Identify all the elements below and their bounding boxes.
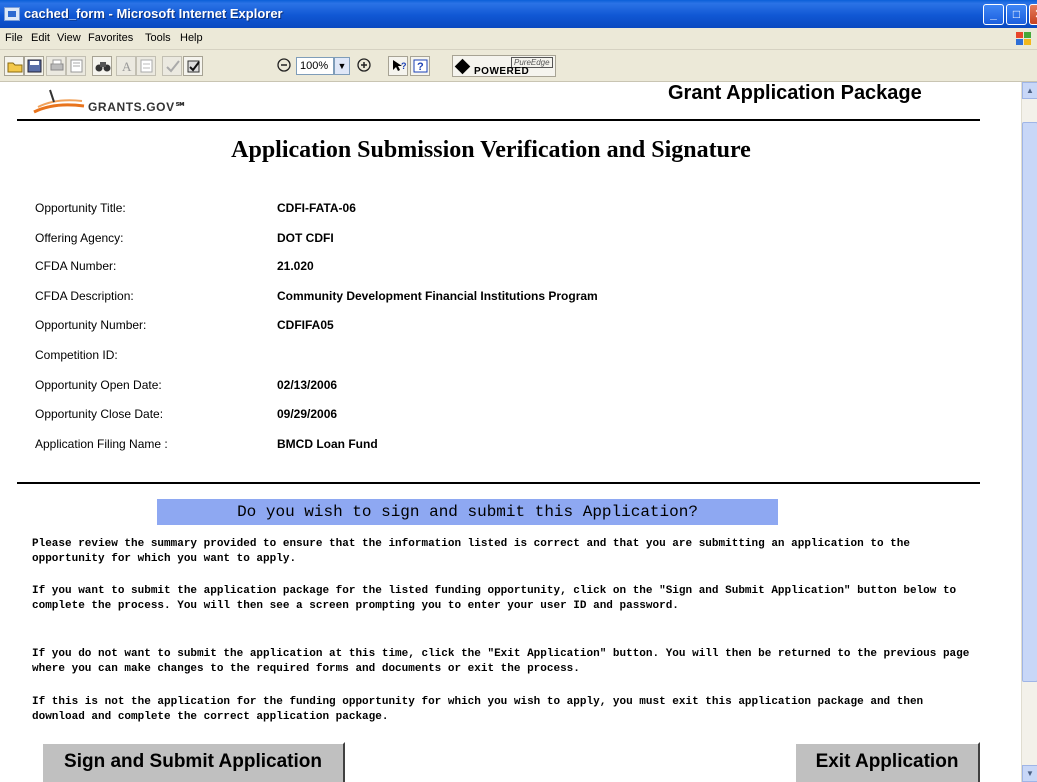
field-value: CDFI-FATA-06 — [277, 201, 356, 215]
field-value: DOT CDFI — [277, 231, 334, 245]
zoom-dropdown-button[interactable]: ▼ — [334, 57, 350, 75]
toolbar: A 100% ▼ ? ? PureEdge POWERED — [0, 50, 1037, 82]
pureedge-logo-icon[interactable]: PureEdge POWERED — [452, 55, 556, 77]
field-label: Opportunity Close Date: — [35, 407, 164, 421]
save-icon[interactable] — [24, 56, 44, 76]
field-value: 21.020 — [277, 259, 314, 273]
field-label: Opportunity Number: — [35, 318, 147, 332]
pureedge-bottom-text: POWERED — [474, 66, 530, 77]
field-value: BMCD Loan Fund — [277, 437, 378, 451]
grants-gov-swoosh-icon — [33, 89, 85, 114]
section-divider — [17, 482, 980, 484]
print-icon[interactable] — [46, 56, 66, 76]
minimize-button[interactable]: _ — [983, 4, 1004, 25]
field-label: Application Filing Name : — [35, 437, 168, 451]
spellcheck-icon[interactable] — [162, 56, 182, 76]
scroll-thumb[interactable] — [1022, 122, 1037, 682]
menu-file[interactable]: File — [5, 32, 23, 44]
close-button[interactable]: ✕ — [1029, 4, 1037, 25]
menu-edit[interactable]: Edit — [31, 32, 50, 44]
help-pointer-icon[interactable]: ? — [388, 56, 408, 76]
windows-logo-icon — [1016, 32, 1032, 46]
app-icon — [4, 7, 20, 21]
binoculars-icon[interactable] — [92, 56, 112, 76]
field-value: 02/13/2006 — [277, 378, 338, 392]
menu-favorites[interactable]: Favorites — [88, 32, 133, 44]
exit-application-button[interactable]: Exit Application — [794, 742, 980, 782]
paste-icon[interactable] — [183, 56, 203, 76]
field-value: Community Development Financial Institut… — [277, 289, 598, 303]
svg-text:A: A — [122, 59, 132, 73]
field-label: Opportunity Title: — [35, 201, 126, 215]
open-folder-icon[interactable] — [4, 56, 24, 76]
scroll-up-button[interactable]: ▲ — [1022, 82, 1037, 99]
field-label: CFDA Description: — [35, 289, 134, 303]
grants-gov-logo: GRANTS.GOV℠ — [32, 82, 212, 116]
field-label: Competition ID: — [35, 348, 118, 362]
instruction-paragraph-wrong-package: If this is not the application for the f… — [32, 696, 924, 723]
field-label: Opportunity Open Date: — [35, 378, 162, 392]
field-label: CFDA Number: — [35, 259, 117, 273]
menu-bar: File Edit View Favorites Tools Help — [0, 28, 1037, 50]
vertical-scrollbar[interactable]: ▲ ▼ — [1021, 82, 1037, 782]
menu-tools[interactable]: Tools — [145, 32, 171, 44]
submit-question-banner: Do you wish to sign and submit this Appl… — [157, 499, 778, 525]
window-title: cached_form - Microsoft Internet Explore… — [24, 6, 283, 21]
text-icon[interactable]: A — [116, 56, 136, 76]
help-icon[interactable]: ? — [410, 56, 430, 76]
zoom-in-icon[interactable] — [355, 56, 373, 76]
header-divider — [17, 119, 980, 121]
menu-view[interactable]: View — [57, 32, 81, 44]
form-icon[interactable] — [136, 56, 156, 76]
field-value: CDFIFA05 — [277, 318, 334, 332]
package-title: Grant Application Package — [668, 82, 922, 104]
scroll-down-button[interactable]: ▼ — [1022, 765, 1037, 782]
page-content: GRANTS.GOV℠ Grant Application Package Ap… — [0, 82, 1021, 782]
instruction-paragraph-submit: If you want to submit the application pa… — [32, 585, 957, 612]
instruction-paragraph-review: Please review the summary provided to en… — [32, 538, 910, 565]
title-bar: cached_form - Microsoft Internet Explore… — [0, 0, 1037, 28]
pureedge-diamond-icon — [454, 58, 471, 75]
menu-help[interactable]: Help — [180, 32, 203, 44]
field-value: 09/29/2006 — [277, 407, 338, 421]
maximize-button[interactable]: □ — [1006, 4, 1027, 25]
logo-text: GRANTS.GOV℠ — [88, 100, 188, 114]
svg-text:?: ? — [417, 61, 424, 73]
field-label: Offering Agency: — [35, 231, 124, 245]
page-title: Application Submission Verification and … — [231, 137, 751, 163]
print-preview-icon[interactable] — [66, 56, 86, 76]
sign-and-submit-button[interactable]: Sign and Submit Application — [41, 742, 345, 782]
zoom-out-icon[interactable] — [275, 56, 293, 76]
instruction-paragraph-exit: If you do not want to submit the applica… — [32, 648, 970, 675]
svg-text:?: ? — [401, 61, 407, 71]
zoom-level-input[interactable]: 100% — [296, 57, 334, 75]
